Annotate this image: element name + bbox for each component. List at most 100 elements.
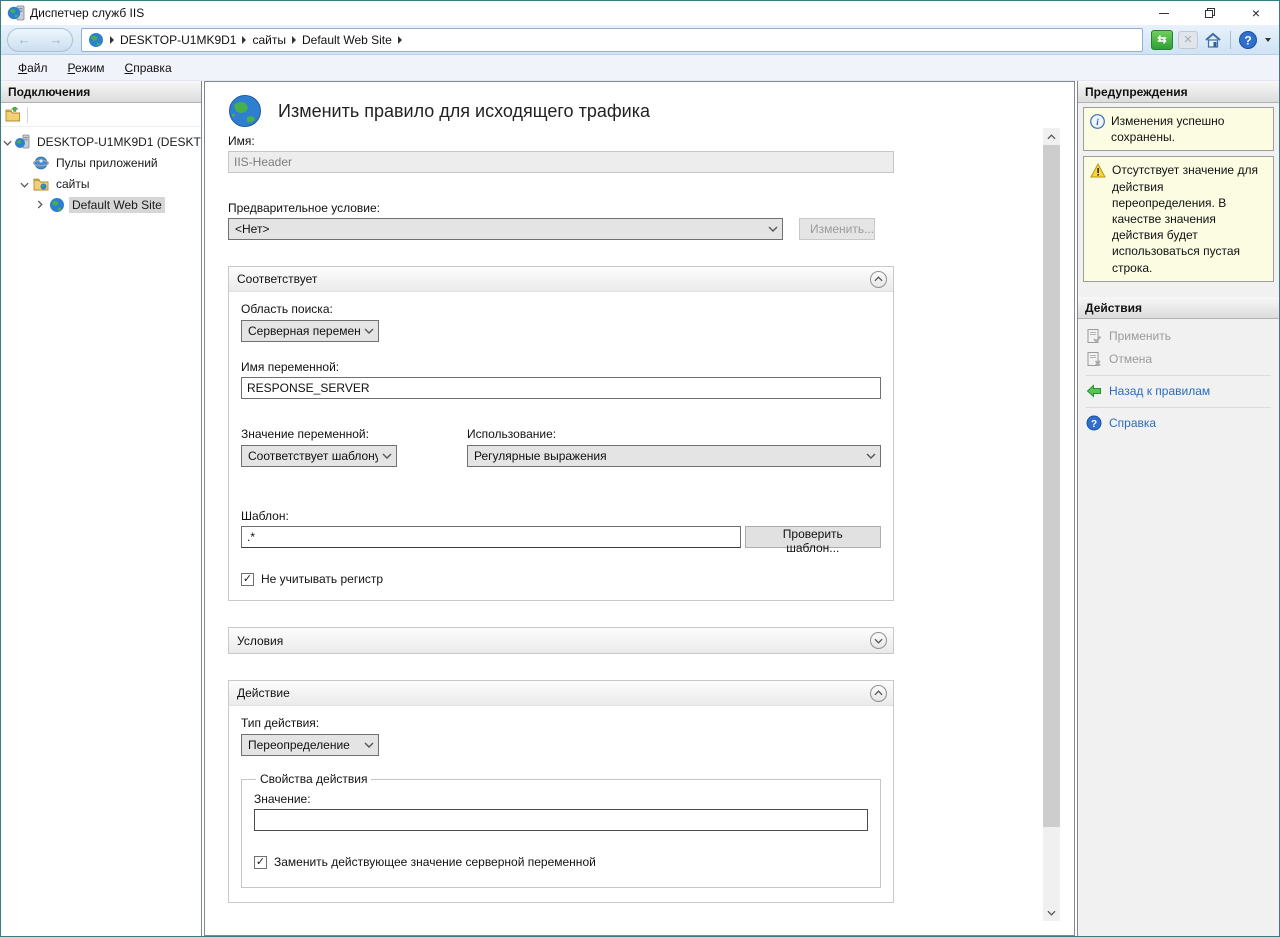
connections-panel: Подключения xyxy=(1,81,202,936)
apply-button[interactable]: Применить xyxy=(1086,325,1271,348)
info-alert: i Изменения успешно сохранены. xyxy=(1083,107,1274,151)
connections-tree: DESKTOP-U1MK9D1 (DESKTOP Пулы приложений xyxy=(1,127,201,936)
home-button[interactable] xyxy=(1203,31,1223,49)
action-type-label: Тип действия: xyxy=(241,716,881,730)
chevron-down-icon xyxy=(866,453,876,459)
stop-button[interactable]: ✕ xyxy=(1178,31,1198,49)
conditions-section-title: Условия xyxy=(237,634,870,648)
restore-icon xyxy=(1205,8,1215,18)
minimize-button[interactable] xyxy=(1141,1,1187,25)
breadcrumb-separator-icon xyxy=(292,36,296,44)
save-connections-icon[interactable] xyxy=(5,107,21,123)
globe-icon xyxy=(88,32,104,48)
server-icon xyxy=(14,134,30,150)
refresh-button[interactable]: ⇆ xyxy=(1151,30,1173,50)
connections-header: Подключения xyxy=(1,81,201,103)
toolbar-separator xyxy=(1230,31,1231,49)
svg-text:?: ? xyxy=(1091,419,1097,430)
iis-manager-window: Диспетчер служб IIS × ← → DESKTOP-U1MK9D… xyxy=(0,0,1280,937)
toolbar-separator xyxy=(27,107,28,123)
cancel-button[interactable]: Отмена xyxy=(1086,348,1271,371)
breadcrumb-sites[interactable]: сайты xyxy=(248,33,290,47)
expand-conditions-button[interactable] xyxy=(870,632,887,649)
cancel-icon xyxy=(1086,351,1102,367)
menu-bar: Файл Режим Справка xyxy=(1,55,1279,81)
navigation-buttons: ← → xyxy=(7,28,73,52)
ignore-case-label: Не учитывать регистр xyxy=(261,572,383,586)
replace-value-label: Заменить действующее значение серверной … xyxy=(274,855,596,869)
main-content-panel: Изменить правило для исходящего трафика … xyxy=(204,81,1075,936)
checkmark-icon: ✓ xyxy=(243,574,252,585)
tree-label-app-pools: Пулы приложений xyxy=(53,155,161,171)
actions-separator xyxy=(1086,407,1271,408)
breadcrumb-site[interactable]: Default Web Site xyxy=(298,33,396,47)
chevron-down-icon xyxy=(768,226,778,232)
title-bar: Диспетчер служб IIS × xyxy=(1,1,1279,25)
tree-label-sites: сайты xyxy=(53,176,93,192)
name-input xyxy=(228,151,894,173)
help-dropdown-caret-icon[interactable] xyxy=(1265,38,1271,42)
menu-mode[interactable]: Режим xyxy=(59,57,114,79)
menu-help[interactable]: Справка xyxy=(116,57,181,79)
restore-button[interactable] xyxy=(1187,1,1233,25)
tree-item-server[interactable]: DESKTOP-U1MK9D1 (DESKTOP xyxy=(1,131,201,152)
chevron-up-icon xyxy=(874,690,883,696)
conditions-section: Условия xyxy=(228,627,894,654)
scope-select[interactable]: Серверная переменн xyxy=(241,320,379,342)
address-field[interactable]: DESKTOP-U1MK9D1 сайты Default Web Site xyxy=(81,28,1143,52)
forward-button[interactable]: → xyxy=(50,33,63,46)
scrollbar-thumb[interactable] xyxy=(1043,145,1060,827)
chevron-down-icon xyxy=(382,453,392,459)
edit-precondition-button[interactable]: Изменить... xyxy=(799,218,875,240)
precondition-select[interactable]: <Нет> xyxy=(228,218,783,240)
using-select[interactable]: Регулярные выражения xyxy=(467,445,881,467)
warning-icon xyxy=(1090,163,1106,178)
breadcrumb-separator-icon xyxy=(110,36,114,44)
help-link[interactable]: ? Справка xyxy=(1086,412,1271,435)
warning-alert-text: Отсутствует значение для действия переоп… xyxy=(1112,162,1267,275)
back-to-rules-link[interactable]: Назад к правилам xyxy=(1086,380,1271,403)
chevron-down-icon[interactable] xyxy=(3,135,12,149)
connections-toolbar xyxy=(1,103,201,127)
scroll-up-button[interactable] xyxy=(1043,128,1060,145)
tree-item-app-pools[interactable]: Пулы приложений xyxy=(1,152,201,173)
chevron-up-icon xyxy=(874,276,883,282)
chevron-down-icon[interactable] xyxy=(17,177,31,191)
collapse-action-button[interactable] xyxy=(870,685,887,702)
variable-name-input[interactable] xyxy=(241,377,881,399)
iis-app-icon xyxy=(7,5,25,21)
tree-item-sites[interactable]: сайты xyxy=(1,173,201,194)
variable-value-select[interactable]: Соответствует шаблону xyxy=(241,445,397,467)
apply-icon xyxy=(1086,328,1102,344)
precondition-label: Предварительное условие: xyxy=(228,201,875,215)
main-scrollbar[interactable] xyxy=(1043,128,1060,921)
site-globe-icon xyxy=(49,197,65,213)
replace-value-checkbox[interactable]: ✓ xyxy=(254,856,267,869)
action-properties-legend: Свойства действия xyxy=(256,772,371,786)
scroll-down-button[interactable] xyxy=(1043,904,1060,921)
actions-separator xyxy=(1086,375,1271,376)
action-value-input[interactable] xyxy=(254,809,868,831)
ignore-case-checkbox[interactable]: ✓ xyxy=(241,573,254,586)
back-button[interactable]: ← xyxy=(18,33,31,46)
pattern-input[interactable] xyxy=(241,526,741,548)
tree-label-default-web-site: Default Web Site xyxy=(69,197,165,213)
menu-file[interactable]: Файл xyxy=(9,57,57,79)
sites-folder-icon xyxy=(33,176,49,192)
chevron-down-icon xyxy=(364,742,374,748)
name-label: Имя: xyxy=(228,134,875,148)
breadcrumb-server[interactable]: DESKTOP-U1MK9D1 xyxy=(116,33,240,47)
match-section: Соответствует Область поиска: Серверная … xyxy=(228,266,894,601)
address-toolbar: ⇆ ✕ ? xyxy=(1151,30,1271,50)
help-button[interactable]: ? xyxy=(1238,30,1258,50)
test-pattern-button[interactable]: Проверить шаблон... xyxy=(745,526,881,548)
collapse-match-button[interactable] xyxy=(870,271,887,288)
tree-item-default-web-site[interactable]: Default Web Site xyxy=(1,194,201,215)
breadcrumb-separator-icon xyxy=(398,36,402,44)
action-type-select[interactable]: Переопределение xyxy=(241,734,379,756)
close-button[interactable]: × xyxy=(1233,1,1279,25)
chevron-right-icon[interactable] xyxy=(33,198,47,212)
using-label: Использование: xyxy=(467,427,881,441)
info-alert-text: Изменения успешно сохранены. xyxy=(1111,113,1267,145)
action-section: Действие Тип действия: Переопределение xyxy=(228,680,894,903)
